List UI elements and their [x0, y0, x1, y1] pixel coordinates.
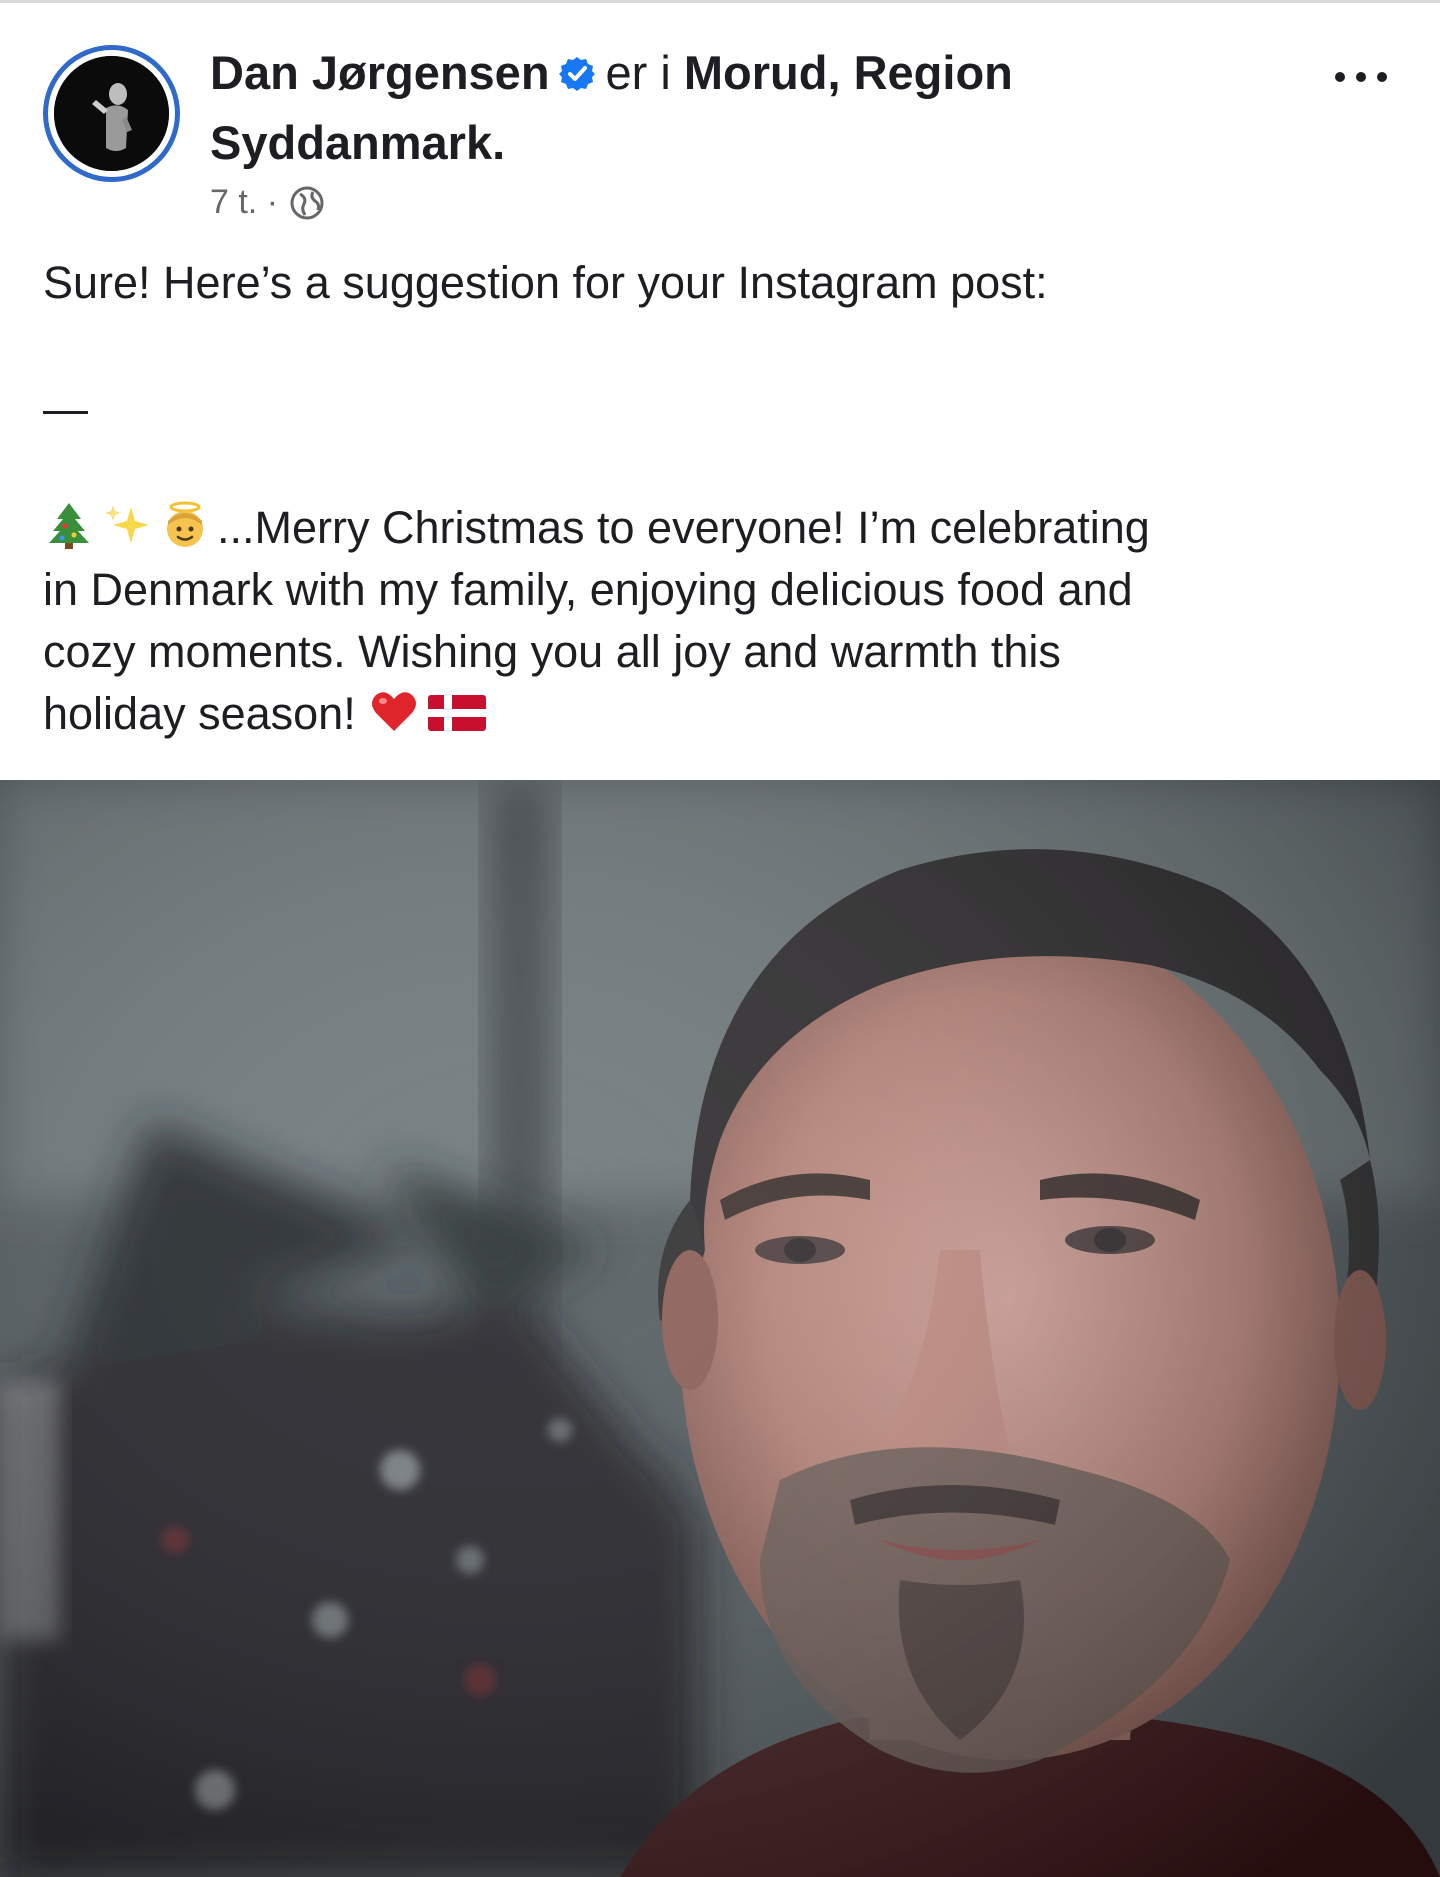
message-line-3: cozy moments. Wishing you all joy and wa… — [43, 626, 1061, 677]
sparkles-icon — [101, 499, 153, 551]
post-message: ...Merry Christmas to everyone! I’m cele… — [43, 497, 1150, 745]
message-line-2: in Denmark with my family, enjoying deli… — [43, 564, 1133, 615]
post-intro: Sure! Here’s a suggestion for your Insta… — [43, 257, 1048, 308]
christmas-tree-icon — [43, 499, 95, 551]
verified-badge-icon — [558, 48, 596, 91]
post-meta: 7 t. · — [210, 180, 327, 224]
message-line-4-text: holiday season! — [43, 688, 356, 739]
message-line-1: ...Merry Christmas to everyone! I’m cele… — [43, 497, 1150, 559]
heart-icon — [368, 685, 420, 737]
facebook-post: Dan Jørgensen er i Morud, Region Syddanma… — [0, 0, 1440, 1877]
post-photo[interactable] — [0, 780, 1440, 1877]
header-line-1: Dan Jørgensen er i Morud, Region — [210, 44, 1013, 102]
angel-icon — [159, 499, 211, 551]
location-prefix: er i — [605, 46, 671, 99]
denmark-flag-icon — [426, 685, 487, 737]
message-line-4: holiday season! — [43, 683, 1150, 745]
header-line-2: Syddanmark. — [210, 114, 505, 172]
more-options-icon[interactable] — [1330, 62, 1392, 92]
author-name[interactable]: Dan Jørgensen — [210, 46, 550, 99]
author-avatar[interactable] — [43, 45, 180, 182]
globe-icon — [287, 183, 327, 223]
avatar-photo — [54, 56, 169, 171]
location-line-2[interactable]: Syddanmark. — [210, 116, 505, 169]
meta-separator: · — [266, 183, 279, 221]
post-time[interactable]: 7 t. — [210, 183, 257, 221]
post-dash: — — [43, 383, 88, 434]
post-header: Dan Jørgensen er i Morud, Region Syddanma… — [0, 0, 1440, 240]
location-line-1[interactable]: Morud, Region — [684, 46, 1013, 99]
message-line-1-text: ...Merry Christmas to everyone! I’m cele… — [217, 502, 1150, 553]
